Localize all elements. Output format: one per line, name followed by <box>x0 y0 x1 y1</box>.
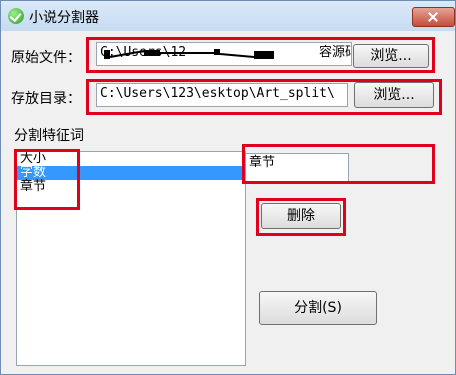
output-dir-label: 存放目录： <box>11 91 81 107</box>
list-item-selected[interactable]: 字数 <box>17 166 245 180</box>
split-feature-label: 分割特征词 <box>14 128 84 144</box>
app-window: 小说分割器 原始文件： C:\Users\12 容源码Ž 浏览... 存放目录：… <box>0 0 456 375</box>
split-button-label: 分割(S) <box>294 300 342 316</box>
list-item[interactable]: 大小 <box>17 152 245 166</box>
list-item[interactable]: 章节 <box>17 180 245 194</box>
source-file-label: 原始文件： <box>11 50 81 66</box>
source-browse-button[interactable]: 浏览... <box>353 44 429 68</box>
split-button[interactable]: 分割(S) <box>259 291 377 325</box>
window-title: 小说分割器 <box>29 10 99 26</box>
close-button[interactable] <box>412 7 455 27</box>
delete-button[interactable]: 删除 <box>261 203 341 229</box>
app-check-icon <box>8 8 24 24</box>
source-path-end: 容源码Ž <box>319 45 351 60</box>
output-browse-button[interactable]: 浏览... <box>354 82 434 108</box>
output-dir-field[interactable]: C:\Users\123\esktop\Art_split\ <box>96 83 348 107</box>
redaction-scribble <box>104 49 274 59</box>
title-bar[interactable]: 小说分割器 <box>1 1 455 31</box>
feature-value-input[interactable]: 章节 <box>245 153 349 183</box>
split-feature-list[interactable]: 大小 字数 章节 <box>16 151 246 366</box>
